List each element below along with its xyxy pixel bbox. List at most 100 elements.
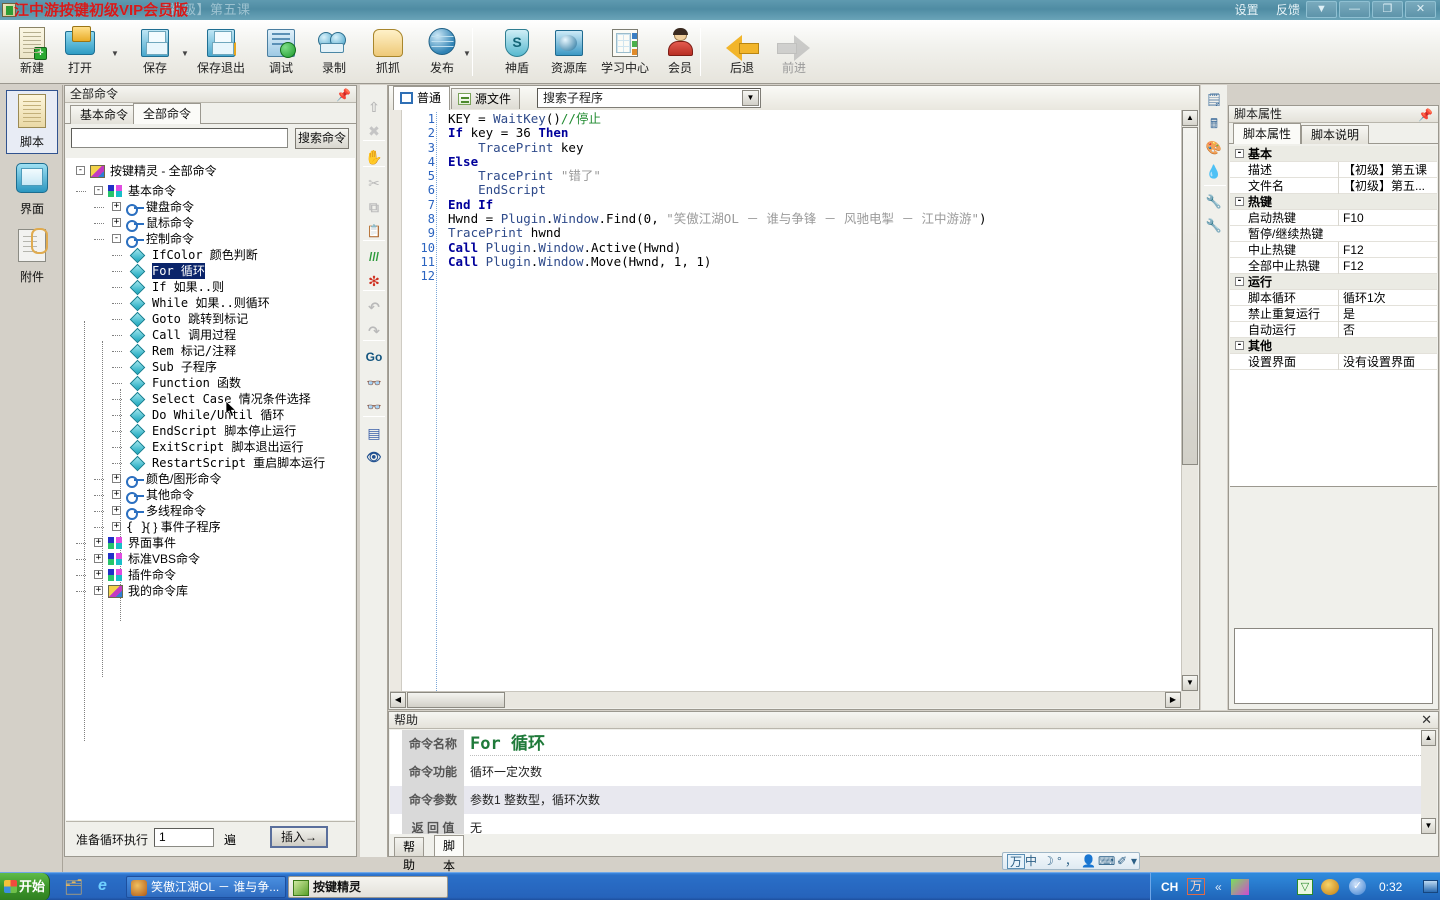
pin-icon[interactable]: 📌 (1418, 107, 1433, 123)
tab-script-info[interactable]: 脚本信息 (434, 835, 465, 900)
properties-grid[interactable]: - 基本 描述 【初级】第五课 文件名 【初级】第五... - 热键 启动热键 F10 暂停/继续热… (1230, 146, 1437, 487)
property-value[interactable]: 是 (1338, 306, 1437, 322)
scroll-down-icon[interactable]: ▼ (1182, 675, 1198, 691)
tree-expander-icon[interactable]: + (112, 218, 121, 227)
toolbar-back-button[interactable]: 后退 (714, 24, 770, 80)
toolbar-save-button[interactable]: 保存 (127, 24, 183, 80)
property-value[interactable]: 【初级】第五课 (1338, 162, 1437, 178)
ime-toolbar[interactable]: 万中 ☽ °， 👤 ⌨ ✐ ▾ (1002, 852, 1140, 870)
ie-browser-icon[interactable]: e (98, 877, 116, 895)
property-row[interactable]: 设置界面 没有设置界面 (1230, 354, 1437, 370)
open-dropdown-icon[interactable]: ▼ (110, 48, 120, 60)
scroll-up-icon[interactable]: ▲ (1182, 110, 1198, 126)
tree-expander-icon[interactable]: + (112, 490, 121, 499)
ime-tools-icon[interactable]: ✐ (1117, 854, 1127, 869)
ime-keyboard-icon[interactable]: ⌨ (1098, 854, 1115, 869)
tab-basic-commands[interactable]: 基本命令 (70, 105, 139, 124)
tray-fox-icon[interactable] (1321, 879, 1339, 895)
toolbar-study-button[interactable]: 学习中心 (593, 24, 657, 80)
property-value[interactable]: 循环1次 (1338, 290, 1437, 306)
property-value[interactable]: F10 (1338, 210, 1437, 226)
category-expander-icon[interactable]: - (1235, 197, 1244, 206)
tree-expander-icon[interactable]: + (112, 522, 121, 531)
tree-expander-icon[interactable]: + (94, 554, 103, 563)
eye-warning-icon[interactable]: 👁 (364, 447, 384, 467)
toolbar-debug-button[interactable]: 调试 (253, 24, 309, 80)
toolbar-library-button[interactable]: 资源库 (541, 24, 597, 80)
editor-hscrollbar[interactable]: ◀ ▶ (390, 691, 1181, 708)
property-value[interactable]: 否 (1338, 322, 1437, 338)
search-input[interactable] (71, 128, 288, 148)
ime-logo-icon[interactable]: 万 (1007, 854, 1026, 869)
category-expander-icon[interactable]: - (1235, 277, 1244, 286)
editor-vscrollbar[interactable]: ▲ ▼ (1181, 110, 1198, 691)
search-command-button[interactable]: 搜索命令 (295, 128, 349, 149)
scroll-down-icon[interactable]: ▼ (1421, 818, 1436, 834)
toolbar-grab-button[interactable]: 抓抓 (360, 24, 416, 80)
toolbar-save-exit-button[interactable]: 保存退出 (189, 24, 253, 80)
ime-person-icon[interactable]: 👤 (1081, 854, 1096, 869)
category-expander-icon[interactable]: - (1235, 341, 1244, 350)
maximize-icon[interactable]: ❐ (1372, 1, 1403, 18)
minimize-icon[interactable]: — (1339, 1, 1370, 18)
property-row[interactable]: 暂停/继续热键 (1230, 226, 1437, 242)
ime-degree-icon[interactable]: ° (1057, 854, 1062, 869)
tray-app2-icon[interactable]: ▽ (1297, 879, 1313, 895)
hscroll-thumb[interactable] (407, 692, 505, 708)
find-icon[interactable]: 👓 (364, 373, 384, 393)
help-scrollbar[interactable]: ▲ ▼ (1421, 730, 1437, 834)
source-code[interactable]: KEY = WaitKey()//停止 If key = 36 Then Trac… (448, 112, 1178, 691)
explorer-icon[interactable]: 🗂 (64, 878, 83, 896)
sidebar-item-ui[interactable]: 界面 (6, 158, 58, 222)
calculator-icon[interactable]: 🖩 (1205, 115, 1223, 133)
property-value[interactable]: 没有设置界面 (1338, 354, 1437, 370)
scroll-left-icon[interactable]: ◀ (390, 692, 406, 708)
subroutine-search-combo[interactable]: 搜索子程序 ▼ (537, 88, 761, 108)
monitor-icon[interactable] (1423, 880, 1438, 893)
sidebar-item-attachment[interactable]: 附件 (6, 226, 58, 290)
toolbar-shield-button[interactable]: S 神盾 (489, 24, 545, 80)
tab-all-commands[interactable]: 全部命令 (133, 103, 202, 124)
tree-expander-icon[interactable]: + (94, 570, 103, 579)
copy-icon[interactable]: ⧉ (364, 197, 384, 217)
replace-icon[interactable]: 👓 (364, 397, 384, 417)
loop-count-input[interactable]: 1 (154, 828, 214, 847)
list-icon[interactable]: ▤ (364, 423, 384, 443)
publish-dropdown-icon[interactable]: ▼ (462, 48, 472, 60)
ime-comma-icon[interactable]: ， (1065, 854, 1077, 869)
category-expander-icon[interactable]: - (1235, 149, 1244, 158)
tab-script-description[interactable]: 脚本说明 (1301, 125, 1370, 144)
toolbar-record-button[interactable]: 录制 (306, 24, 362, 80)
property-category-row[interactable]: - 基本 (1230, 146, 1437, 162)
vscroll-thumb[interactable] (1182, 127, 1198, 465)
tree-expander-icon[interactable]: + (112, 202, 121, 211)
tree-expander-icon[interactable]: + (94, 586, 103, 595)
chevron-down-icon[interactable]: ▼ (1306, 1, 1337, 18)
property-row[interactable]: 全部中止热键 F12 (1230, 258, 1437, 274)
tray-shield-icon[interactable]: ✓ (1349, 878, 1366, 895)
property-row[interactable]: 文件名 【初级】第五... (1230, 178, 1437, 194)
property-row[interactable]: 自动运行 否 (1230, 322, 1437, 338)
palette-icon[interactable]: 🎨 (1205, 139, 1223, 157)
tree-expander-icon[interactable]: - (112, 234, 121, 243)
toolbar-forward-button[interactable]: 前进 (766, 24, 822, 80)
tree-expander-icon[interactable]: - (94, 186, 103, 195)
close-icon[interactable]: ✕ (1405, 1, 1436, 18)
ime-tray-icon[interactable]: 万 (1187, 878, 1205, 895)
goto-icon[interactable]: Go (364, 347, 384, 367)
delete-x-icon[interactable]: ✖ (364, 121, 384, 141)
ime-chinese-icon[interactable]: 中 (1025, 854, 1037, 869)
paste-icon[interactable]: 📋 (364, 221, 384, 241)
scroll-right-icon[interactable]: ▶ (1165, 692, 1181, 708)
property-category-row[interactable]: - 运行 (1230, 274, 1437, 290)
tab-normal-view[interactable]: 普通 (393, 86, 451, 110)
property-value[interactable]: F12 (1338, 242, 1437, 258)
settings-link[interactable]: 设置 (1235, 3, 1259, 17)
scroll-up-icon[interactable]: ▲ (1421, 730, 1436, 746)
tree-expander-icon[interactable]: + (112, 474, 121, 483)
start-button[interactable]: 开始 (0, 873, 50, 900)
chevron-down-icon[interactable]: ▼ (742, 90, 759, 106)
command-tree[interactable]: - 按键精灵 - 全部命令 - 基本命令 + 键盘命令 + 鼠标命令 - 控制命令 IfColor … (66, 158, 355, 820)
remove-plugin-icon[interactable]: 🔧 (1205, 217, 1223, 235)
property-row[interactable]: 中止热键 F12 (1230, 242, 1437, 258)
